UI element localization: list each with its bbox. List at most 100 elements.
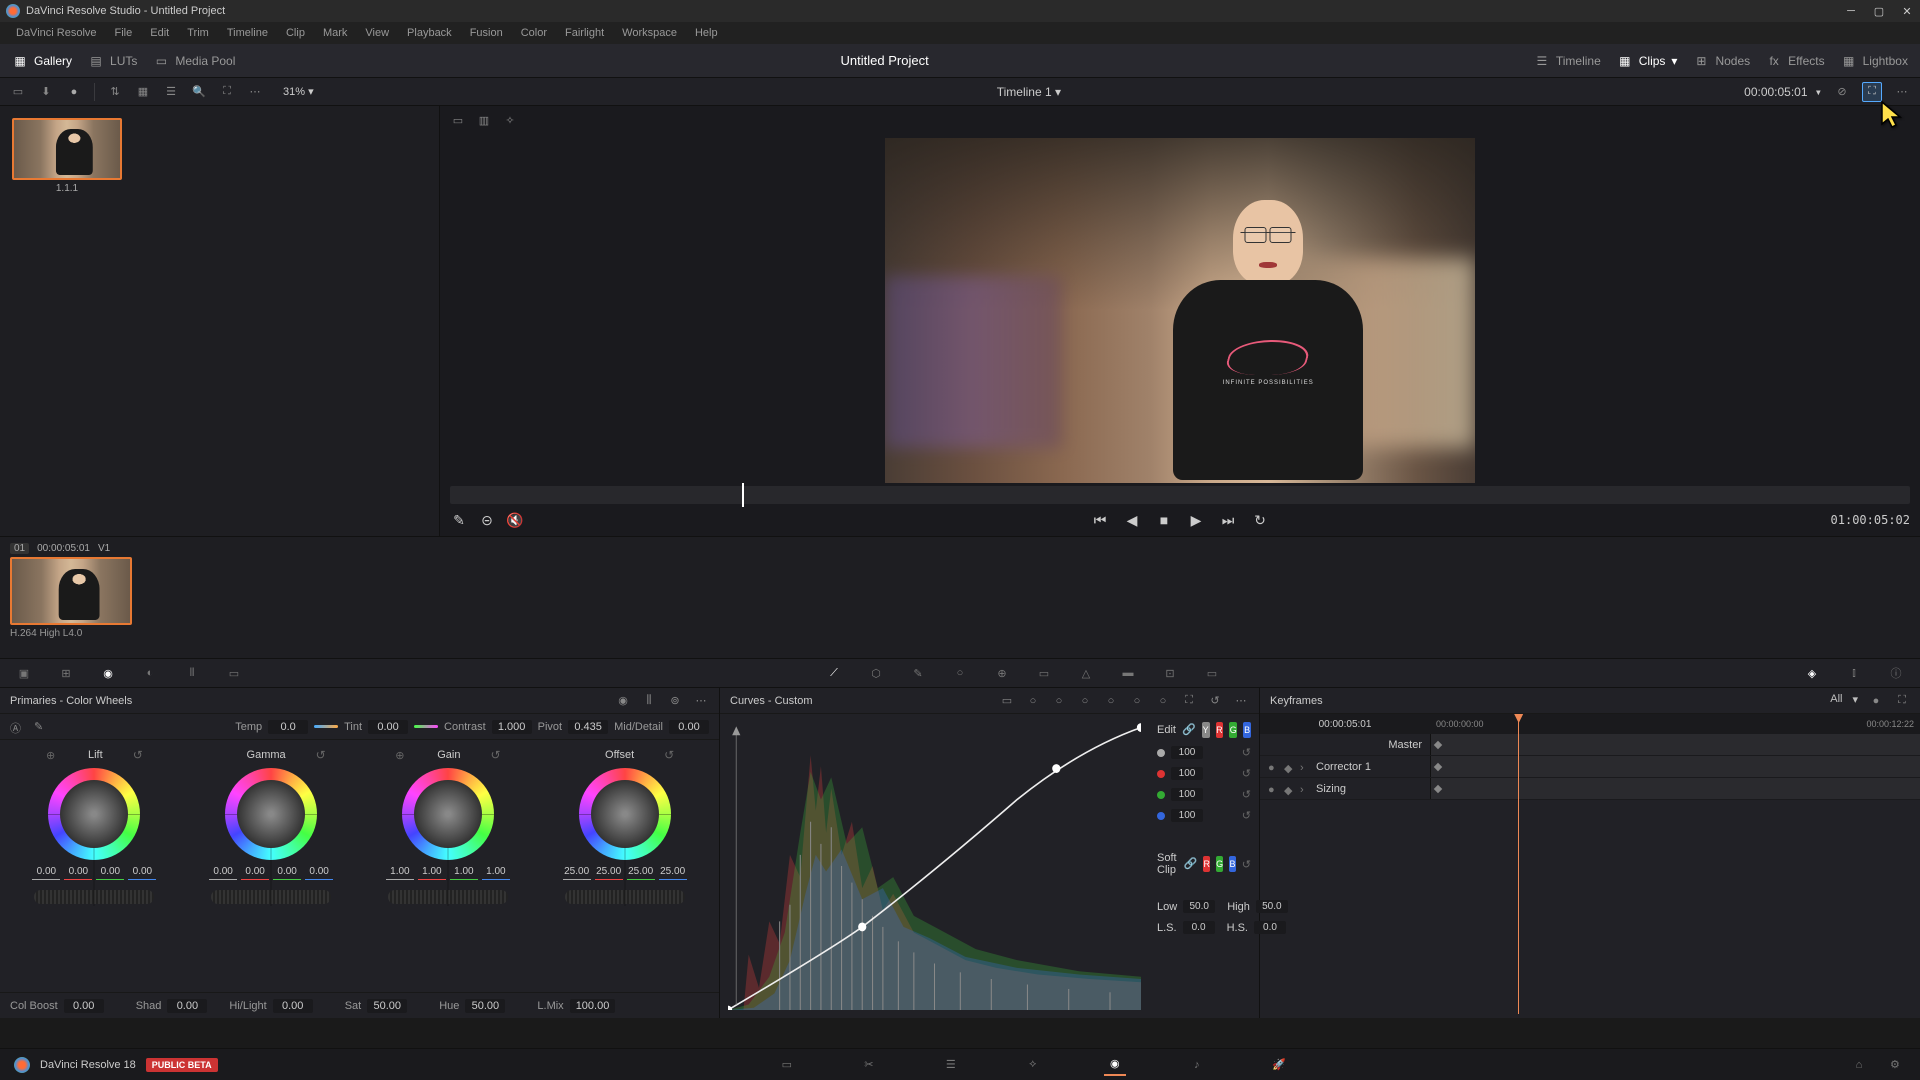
curves-mode-1-icon[interactable]: ○ [1025, 693, 1041, 709]
curves-mode-3-icon[interactable]: ○ [1077, 693, 1093, 709]
gain-g[interactable]: 1.00 [450, 866, 478, 877]
fusion-page-button[interactable]: ⟡ [1022, 1054, 1044, 1076]
gain-r[interactable]: 1.00 [418, 866, 446, 877]
curves-expand-icon[interactable]: ⛶ [1181, 693, 1197, 709]
keyframes-expand-icon[interactable]: ⛶ [1894, 693, 1910, 709]
curves-canvas[interactable] [728, 722, 1141, 1010]
play-button[interactable]: ▶ [1187, 511, 1205, 529]
more-options-icon[interactable]: ⋯ [1894, 84, 1910, 100]
gamma-wheel[interactable] [225, 768, 317, 860]
curves-icon[interactable]: ⟋ [824, 663, 844, 683]
close-button[interactable]: ✕ [1900, 4, 1914, 18]
edit-page-button[interactable]: ☰ [940, 1054, 962, 1076]
curves-more-icon[interactable]: ⋯ [1233, 693, 1249, 709]
blur-icon[interactable]: △ [1076, 663, 1096, 683]
channel-y-button[interactable]: Y [1202, 722, 1210, 738]
viewer-scrubber[interactable] [450, 486, 1910, 504]
menu-fusion[interactable]: Fusion [462, 25, 511, 41]
split-screen-icon[interactable]: ▥ [476, 112, 492, 128]
grid-view-icon[interactable]: ▦ [135, 84, 151, 100]
minimize-button[interactable]: ─ [1844, 4, 1858, 18]
loop-button[interactable]: ↻ [1251, 511, 1269, 529]
tracker-icon[interactable]: ⊕ [992, 663, 1012, 683]
timeline-toggle[interactable]: ☰Timeline [1534, 53, 1601, 69]
next-frame-button[interactable]: ⏭ [1219, 511, 1237, 529]
home-button[interactable]: ⌂ [1848, 1054, 1870, 1076]
viewer-timecode[interactable]: 00:00:05:01 ▾ [1744, 85, 1822, 99]
fairlight-page-button[interactable]: ♪ [1186, 1054, 1208, 1076]
keyframes-playhead[interactable] [1518, 714, 1519, 1014]
hdr-wheels-icon[interactable]: ◐ [140, 663, 160, 683]
offset-reset-icon[interactable]: ↺ [664, 748, 674, 762]
lift-b[interactable]: 0.00 [128, 866, 156, 877]
colboost-value[interactable]: 0.00 [64, 999, 104, 1013]
diamond-icon[interactable]: ◆ [1284, 784, 1294, 794]
offset-b[interactable]: 25.00 [659, 866, 687, 877]
bypass-icon[interactable]: ⊘ [1834, 84, 1850, 100]
link-icon[interactable]: 🔗 [1182, 723, 1196, 737]
middetail-value[interactable]: 0.00 [669, 720, 709, 734]
luts-toggle[interactable]: ▤LUTs [88, 53, 137, 69]
stop-button[interactable]: ■ [1155, 511, 1173, 529]
clips-toggle[interactable]: ▦Clips ▾ [1617, 53, 1678, 69]
ls-value[interactable]: 0.0 [1183, 921, 1215, 934]
menu-davinciresolve[interactable]: DaVinci Resolve [8, 25, 105, 41]
sat-value[interactable]: 50.00 [367, 999, 407, 1013]
deliver-page-button[interactable]: 🚀 [1268, 1054, 1290, 1076]
gain-reset-icon[interactable]: ↺ [490, 748, 500, 762]
tint-value[interactable]: 0.00 [368, 720, 408, 734]
nodes-toggle[interactable]: ⊞Nodes [1693, 53, 1750, 69]
lift-reset-icon[interactable]: ↺ [133, 748, 143, 762]
curves-mode-4-icon[interactable]: ○ [1103, 693, 1119, 709]
wheels-mode-icon[interactable]: ◉ [615, 693, 631, 709]
scopes-icon[interactable]: ⫾ [1844, 663, 1864, 683]
menu-playback[interactable]: Playback [399, 25, 460, 41]
lift-wheel[interactable] [48, 768, 140, 860]
motion-effects-icon[interactable]: ▭ [224, 663, 244, 683]
mute-icon[interactable]: 🔇 [506, 511, 524, 529]
mediapool-toggle[interactable]: ▭Media Pool [153, 53, 235, 69]
more-icon[interactable]: ⋯ [693, 693, 709, 709]
menu-file[interactable]: File [107, 25, 141, 41]
clip-thumbnail[interactable]: 01 00:00:05:01 V1 H.264 High L4.0 [10, 543, 132, 639]
curves-mode-6-icon[interactable]: ○ [1155, 693, 1171, 709]
magic-mask-icon[interactable]: ▭ [1034, 663, 1054, 683]
menu-fairlight[interactable]: Fairlight [557, 25, 612, 41]
cut-page-button[interactable]: ✂ [858, 1054, 880, 1076]
softclip-g-button[interactable]: G [1216, 856, 1223, 872]
list-view-icon[interactable]: ☰ [163, 84, 179, 100]
lift-r[interactable]: 0.00 [64, 866, 92, 877]
unmix-icon[interactable]: ⊝ [478, 511, 496, 529]
gain-wheel[interactable] [402, 768, 494, 860]
keyframes-row-sizing[interactable]: ●◆›Sizing [1260, 778, 1920, 800]
menu-edit[interactable]: Edit [142, 25, 177, 41]
pick-white-icon[interactable]: ⊕ [395, 749, 407, 761]
color-warper-icon[interactable]: ⬡ [866, 663, 886, 683]
lift-g[interactable]: 0.00 [96, 866, 124, 877]
y-reset-icon[interactable]: ↺ [1242, 746, 1251, 759]
expand-viewer-button[interactable]: ⛶ [1862, 82, 1882, 102]
softclip-b-button[interactable]: B [1229, 856, 1236, 872]
gamma-r[interactable]: 0.00 [241, 866, 269, 877]
menu-trim[interactable]: Trim [179, 25, 217, 41]
menu-view[interactable]: View [357, 25, 397, 41]
pick-white-icon[interactable]: ✎ [34, 720, 52, 734]
gamma-b[interactable]: 0.00 [305, 866, 333, 877]
low-value[interactable]: 50.0 [1183, 900, 1215, 913]
offset-r[interactable]: 25.00 [595, 866, 623, 877]
window-icon[interactable]: ○ [950, 663, 970, 683]
intensity-g[interactable]: 100 [1171, 788, 1203, 801]
menu-workspace[interactable]: Workspace [614, 25, 685, 41]
curves-mode-5-icon[interactable]: ○ [1129, 693, 1145, 709]
keyframes-row-corrector[interactable]: ●◆›Corrector 1 [1260, 756, 1920, 778]
keyframes-ruler[interactable]: 00:00:00:00 00:00:12:22 [1430, 714, 1920, 734]
curves-reset-icon[interactable]: ↺ [1207, 693, 1223, 709]
gallery-toggle[interactable]: ▦Gallery [12, 53, 72, 69]
offset-y[interactable]: 25.00 [563, 866, 591, 877]
b-reset-icon[interactable]: ↺ [1242, 809, 1251, 822]
toggle-icon[interactable]: ● [1268, 784, 1278, 794]
menu-mark[interactable]: Mark [315, 25, 355, 41]
auto-balance-icon[interactable]: Ⓐ [10, 720, 28, 734]
search-icon[interactable]: 🔍 [191, 84, 207, 100]
channel-g-button[interactable]: G [1229, 722, 1237, 738]
